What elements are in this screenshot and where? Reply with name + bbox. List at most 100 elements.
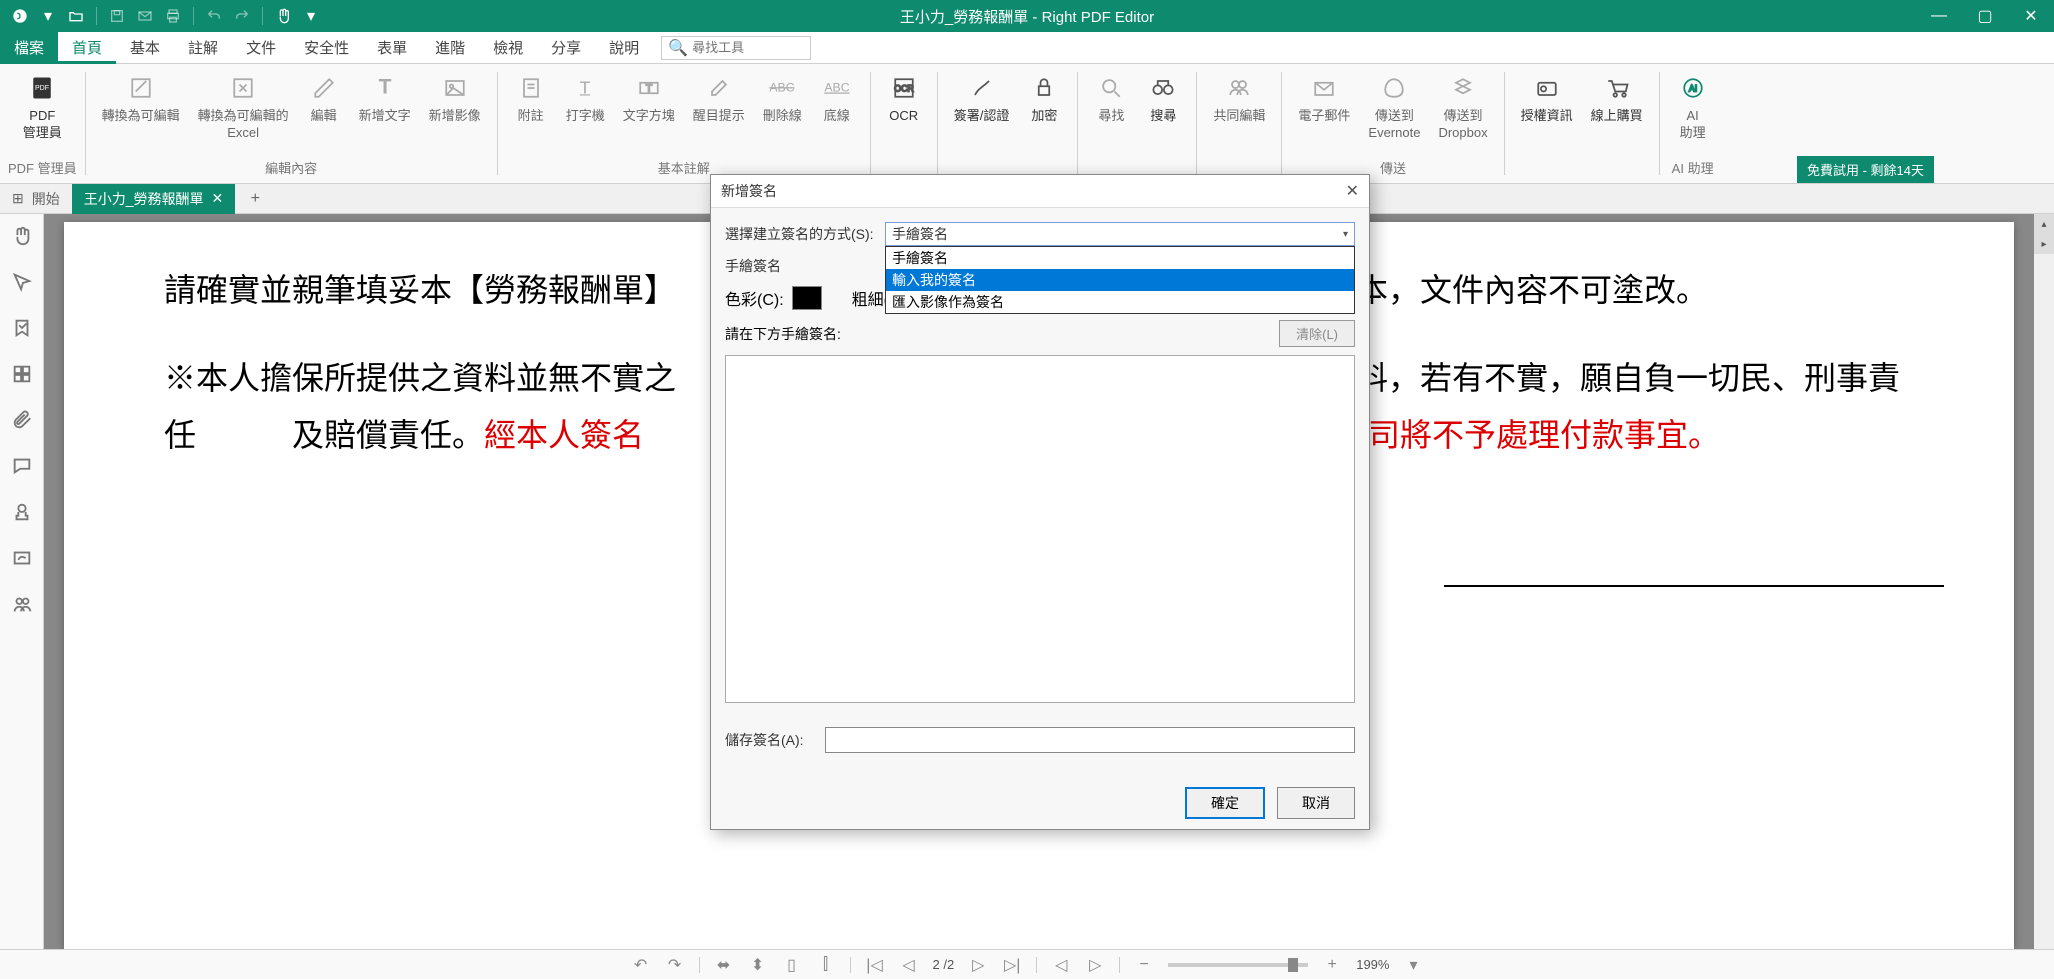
scroll-up-button[interactable]: ▴	[2034, 214, 2054, 234]
redo-icon[interactable]	[230, 4, 254, 28]
rotate-right-icon[interactable]: ↷	[665, 955, 685, 975]
zoom-thumb[interactable]	[1288, 958, 1298, 972]
convert-excel-button[interactable]: 轉換為可編輯的 Excel	[190, 68, 297, 156]
ai-button[interactable]: AIAI 助理	[1668, 68, 1718, 156]
convert-editable-button[interactable]: 轉換為可編輯	[94, 68, 188, 156]
coedit-button[interactable]: 共同編輯	[1205, 68, 1273, 156]
hand-icon[interactable]	[271, 4, 295, 28]
buy-button[interactable]: 線上購買	[1583, 68, 1651, 156]
attach-button[interactable]: 附註	[506, 68, 556, 156]
method-select[interactable]: 手繪簽名 ▾ 手繪簽名 輸入我的簽名 匯入影像作為簽名	[885, 222, 1355, 246]
open-icon[interactable]	[64, 4, 88, 28]
last-page-icon[interactable]: ▷|	[1002, 955, 1022, 975]
continuous-icon[interactable]: ⫿	[816, 955, 836, 975]
menu-annotate[interactable]: 註解	[174, 31, 232, 64]
dropdown-icon[interactable]: ▾	[299, 4, 323, 28]
handdrawn-label: 手繪簽名	[725, 256, 865, 276]
back-icon[interactable]: ◁	[1051, 955, 1071, 975]
prev-page-icon[interactable]: ◁	[899, 955, 919, 975]
underline-button[interactable]: ABC底線	[812, 68, 862, 156]
menu-basic[interactable]: 基本	[116, 31, 174, 64]
menu-document[interactable]: 文件	[232, 31, 290, 64]
close-button[interactable]: ✕	[2008, 0, 2054, 32]
vertical-scrollbar[interactable]: ▴ ▸	[2034, 214, 2054, 949]
license-button[interactable]: 授權資訊	[1513, 68, 1581, 156]
mail-icon[interactable]	[133, 4, 157, 28]
add-tab-button[interactable]: +	[243, 187, 267, 211]
dialog-close-button[interactable]: ✕	[1346, 181, 1359, 201]
signature-draw-area[interactable]	[725, 355, 1355, 703]
new-image-button[interactable]: 新增影像	[421, 68, 489, 156]
menu-file[interactable]: 檔案	[0, 31, 58, 64]
evernote-button[interactable]: 傳送到 Evernote	[1360, 68, 1428, 156]
undo-icon[interactable]	[202, 4, 226, 28]
maximize-button[interactable]: ▢	[1962, 0, 2008, 32]
ok-button[interactable]: 確定	[1185, 787, 1265, 819]
rotate-left-icon[interactable]: ↶	[631, 955, 651, 975]
strikeout-button[interactable]: ABC刪除線	[755, 68, 810, 156]
thumbnails-icon[interactable]	[8, 360, 36, 388]
clear-button[interactable]: 清除(L)	[1279, 320, 1355, 347]
save-icon[interactable]	[105, 4, 129, 28]
menu-share[interactable]: 分享	[537, 31, 595, 64]
sign-button[interactable]: 簽署/認證	[946, 68, 1018, 156]
menu-security[interactable]: 安全性	[290, 31, 363, 64]
fit-page-icon[interactable]: ⬍	[748, 955, 768, 975]
textbox-button[interactable]: T文字方塊	[615, 68, 683, 156]
highlight-icon	[703, 72, 735, 104]
attachment-icon[interactable]	[8, 406, 36, 434]
dropbox-button[interactable]: 傳送到 Dropbox	[1430, 68, 1495, 156]
color-swatch[interactable]	[792, 286, 822, 310]
menu-help[interactable]: 說明	[595, 31, 653, 64]
fit-width-icon[interactable]: ⬌	[714, 955, 734, 975]
dialog-titlebar[interactable]: 新增簽名 ✕	[711, 175, 1369, 208]
print-icon[interactable]	[161, 4, 185, 28]
edit-button[interactable]: 編輯	[299, 68, 349, 156]
menu-home[interactable]: 首頁	[58, 31, 116, 64]
zoom-slider[interactable]	[1168, 963, 1308, 967]
hand-tool-icon[interactable]	[8, 222, 36, 250]
cancel-button[interactable]: 取消	[1277, 787, 1355, 819]
dropdown-option-import[interactable]: 匯入影像作為簽名	[886, 291, 1354, 313]
trial-badge: 免費試用 - 剩餘14天	[1797, 156, 1934, 183]
minimize-button[interactable]: —	[1916, 0, 1962, 32]
search-button[interactable]: 搜尋	[1138, 68, 1188, 156]
new-icon[interactable]: ▾	[36, 4, 60, 28]
zoom-out-icon[interactable]: −	[1134, 955, 1154, 975]
highlight-button[interactable]: 醒目提示	[685, 68, 753, 156]
zoom-in-icon[interactable]: +	[1322, 955, 1342, 975]
bookmark-icon[interactable]	[8, 314, 36, 342]
svg-text:PDF: PDF	[35, 85, 49, 92]
tool-search[interactable]: 🔍	[661, 36, 811, 60]
select-tool-icon[interactable]	[8, 268, 36, 296]
menu-view[interactable]: 檢視	[479, 31, 537, 64]
forward-icon[interactable]: ▷	[1085, 955, 1105, 975]
save-name-input[interactable]	[825, 727, 1355, 753]
single-page-icon[interactable]: ▯	[782, 955, 802, 975]
typewriter-button[interactable]: T̲打字機	[558, 68, 613, 156]
scroll-right-button[interactable]: ▸	[2034, 234, 2054, 254]
tool-search-input[interactable]	[692, 40, 804, 55]
dropdown-option-typed[interactable]: 輸入我的簽名	[886, 269, 1354, 291]
pdf-manager-button[interactable]: PDF PDF 管理員	[15, 68, 70, 156]
tab-close-icon[interactable]: ✕	[212, 190, 224, 207]
first-page-icon[interactable]: |◁	[865, 955, 885, 975]
ocr-button[interactable]: OCROCR	[879, 68, 929, 156]
find-button[interactable]: 尋找	[1086, 68, 1136, 156]
next-page-icon[interactable]: ▷	[968, 955, 988, 975]
new-text-button[interactable]: T新增文字	[351, 68, 419, 156]
people-panel-icon[interactable]	[8, 590, 36, 618]
signature-panel-icon[interactable]	[8, 544, 36, 572]
stamp-icon[interactable]	[8, 498, 36, 526]
document-tab[interactable]: 王小力_勞務報酬單✕	[72, 184, 236, 214]
text-icon: T	[369, 72, 401, 104]
start-tab[interactable]: ⊞開始	[0, 184, 72, 214]
email-button[interactable]: 電子郵件	[1290, 68, 1358, 156]
encrypt-button[interactable]: 加密	[1019, 68, 1069, 156]
menu-advanced[interactable]: 進階	[421, 31, 479, 64]
comment-icon[interactable]	[8, 452, 36, 480]
zoom-dropdown-icon[interactable]: ▾	[1403, 955, 1423, 975]
menu-form[interactable]: 表單	[363, 31, 421, 64]
app-logo[interactable]	[8, 4, 32, 28]
dropdown-option-handdrawn[interactable]: 手繪簽名	[886, 247, 1354, 269]
